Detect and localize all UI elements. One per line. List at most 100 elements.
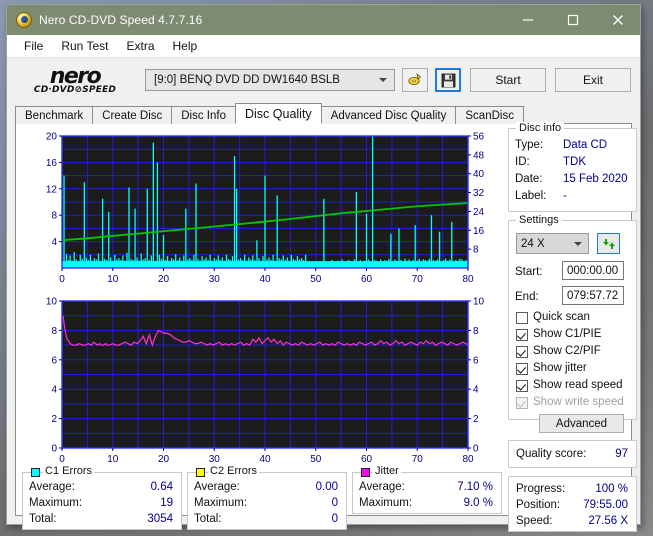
jitter-chart: 0 2 4 6 8 10 0 2 4 6 8 10 0 10 20 30 40 50 60 70 80 [20,293,502,473]
speed-select[interactable]: 24 X [516,233,589,254]
svg-text:32: 32 [473,188,485,199]
svg-text:20: 20 [46,132,58,143]
svg-text:30: 30 [209,274,221,285]
logo-cddvdspeed-text: CD·DVD⊘SPEED [33,84,117,95]
svg-text:8: 8 [51,211,57,222]
c2-average-value: 0.00 [315,481,338,493]
menu-item-file[interactable]: File [15,37,52,55]
position-value: 79:55.00 [583,499,628,511]
checkbox-show-read-speed-label[interactable]: Show read speed [533,379,623,391]
start-input[interactable]: 000:00.00 [562,261,624,280]
svg-text:30: 30 [209,454,221,465]
svg-text:16: 16 [473,226,485,237]
svg-text:2: 2 [51,414,57,425]
tab-advanced-disc-quality[interactable]: Advanced Disc Quality [320,106,457,124]
tab-create-disc[interactable]: Create Disc [92,106,173,124]
drive-select[interactable]: [9:0] BENQ DVD DD DW1640 BSLB [145,69,395,91]
close-button[interactable] [595,5,640,35]
svg-text:56: 56 [473,132,485,143]
svg-text:60: 60 [361,454,373,465]
save-button[interactable] [435,68,461,92]
exit-button[interactable]: Exit [555,68,631,92]
checkbox-show-c1-pie-box[interactable] [516,329,528,341]
svg-text:70: 70 [412,454,424,465]
c1-total-value: 3054 [147,513,173,525]
eject-disc-button[interactable] [402,68,428,92]
quality-score-group: Quality score: 97 [508,440,637,468]
svg-text:10: 10 [473,297,485,308]
disc-label-value: - [563,190,567,202]
svg-text:40: 40 [473,169,485,180]
svg-text:8: 8 [473,326,479,337]
advanced-button[interactable]: Advanced [539,414,624,433]
disc-id-value: TDK [563,156,586,168]
svg-text:0: 0 [473,444,479,455]
end-label: End: [515,291,539,303]
svg-text:70: 70 [412,274,424,285]
tab-bar: Benchmark Create Disc Disc Info Disc Qua… [15,102,632,124]
svg-text:0: 0 [51,444,57,455]
window-controls [505,5,640,35]
checkbox-quick-scan-box[interactable] [516,312,528,324]
checkbox-quick-scan-label[interactable]: Quick scan [533,311,590,323]
svg-text:4: 4 [51,237,57,248]
checkbox-show-jitter-box[interactable] [516,363,528,375]
jitter-plot: 0 2 4 6 8 10 0 2 4 6 8 10 0 10 20 30 40 50 60 70 80 [46,297,485,466]
svg-text:50: 50 [310,454,322,465]
menu-item-run-test[interactable]: Run Test [52,37,117,55]
svg-text:20: 20 [158,454,170,465]
disc-date-value: 15 Feb 2020 [563,173,628,185]
progress-value: 100 % [595,483,628,495]
c1-errors-plot: 4812162081624324048560 10 20 30 40 50 60 70 80 [46,132,485,286]
speed-value: 27.56 X [588,515,628,527]
svg-text:10: 10 [107,274,119,285]
svg-text:0: 0 [59,274,65,285]
end-input-value: 079:57.72 [567,289,619,302]
settings-title: Settings [516,214,562,226]
jitter-color-swatch [361,468,370,477]
c2-errors-stats-group: C2 Errors Average: 0.00 Maximum: 0 Total… [187,465,347,530]
quality-score-value: 97 [615,448,628,460]
jitter-maximum-label: Maximum: [359,497,413,509]
checkbox-show-read-speed-box[interactable] [516,380,528,392]
end-input[interactable]: 079:57.72 [562,286,624,305]
c2-total-label: Total: [194,513,222,525]
c2-color-swatch [196,468,205,477]
checkbox-show-jitter-label[interactable]: Show jitter [533,362,587,374]
disc-label-label: Label: [515,190,547,202]
jitter-title: Jitter [373,465,401,477]
refresh-button[interactable] [597,233,620,254]
svg-text:20: 20 [158,274,170,285]
disc-quality-panel: 4 8 12 16 20 8 16 24 32 40 48 56 0 10 20 30 40 50 60 70 80 0… [15,122,637,532]
menu-item-help[interactable]: Help [164,37,207,55]
nero-logo: nero CD·DVD⊘SPEED [15,65,135,95]
c1-average-value: 0.64 [150,481,173,493]
tab-disc-info[interactable]: Disc Info [171,106,236,124]
maximize-button[interactable] [550,5,595,35]
checkbox-show-c2-pif-box[interactable] [516,346,528,358]
app-window: Nero CD-DVD Speed 4.7.7.16 File Run Test… [6,4,641,532]
menu-bar: File Run Test Extra Help [7,35,640,58]
svg-text:12: 12 [46,184,58,195]
c1-total-label: Total: [29,513,57,525]
svg-text:0: 0 [59,454,65,465]
disc-date-label: Date: [515,173,543,185]
svg-text:40: 40 [259,274,271,285]
svg-text:16: 16 [46,158,58,169]
minimize-button[interactable] [505,5,550,35]
checkbox-show-c1-pie-label[interactable]: Show C1/PIE [533,328,601,340]
c2-errors-title: C2 Errors [208,465,260,477]
tab-scandisc[interactable]: ScanDisc [455,106,524,124]
svg-text:10: 10 [107,454,119,465]
checkbox-show-c2-pif-label[interactable]: Show C2/PIF [533,345,601,357]
menu-item-extra[interactable]: Extra [117,37,163,55]
c1-errors-chart: 4 8 12 16 20 8 16 24 32 40 48 56 0 10 20 30 40 50 60 70 80 [20,128,502,293]
tab-benchmark[interactable]: Benchmark [15,106,94,124]
tab-disc-quality[interactable]: Disc Quality [235,103,322,124]
svg-text:4: 4 [473,385,479,396]
jitter-stats-group: Jitter Average: 7.10 % Maximum: 9.0 % [352,465,502,514]
settings-group: Settings 24 X Start: 000:00.00 End: 079:… [508,214,637,433]
svg-text:8: 8 [51,326,57,337]
c1-errors-stats-group: C1 Errors Average: 0.64 Maximum: 19 Tota… [22,465,182,530]
start-button[interactable]: Start [470,68,546,92]
